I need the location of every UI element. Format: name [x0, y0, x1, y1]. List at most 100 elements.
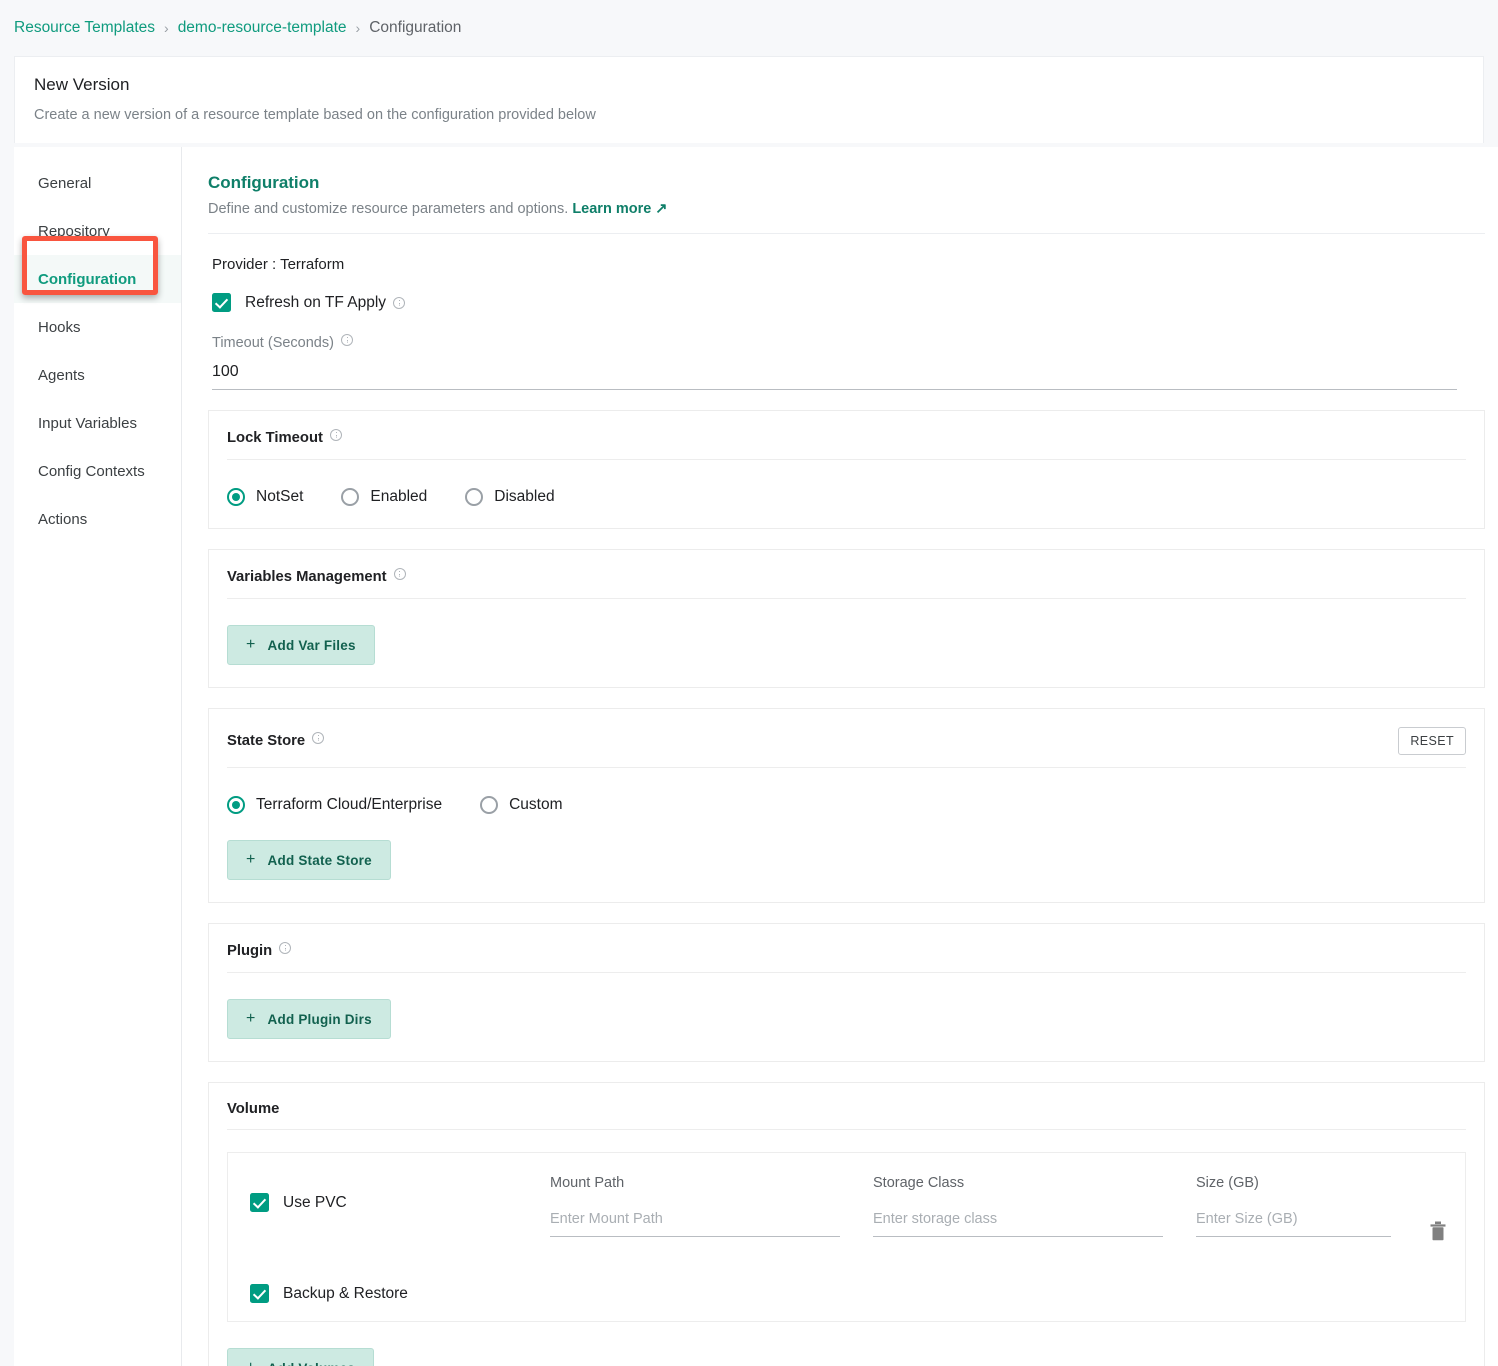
variables-management-title: Variables Management — [227, 569, 387, 585]
storage-class-input[interactable] — [873, 1209, 1163, 1237]
sidebar-item-label: Hooks — [38, 318, 81, 336]
breadcrumb-current: Configuration — [369, 19, 462, 36]
storage-class-label: Storage Class — [873, 1175, 965, 1191]
page-title: New Version — [34, 75, 130, 94]
radio-label: Enabled — [370, 488, 428, 505]
lock-timeout-option-disabled[interactable]: Disabled — [465, 488, 555, 506]
plugin-card: Plugin + Add Plugin Dirs — [208, 923, 1485, 1062]
mount-path-field-group: Mount Path — [550, 1175, 855, 1237]
radio-label: NotSet — [256, 488, 304, 505]
lock-timeout-radio-group: NotSet Enabled Disabled — [227, 488, 1466, 506]
sidebar-item-repository[interactable]: Repository — [14, 207, 181, 255]
info-icon[interactable] — [329, 429, 342, 441]
sidebar-item-label: Config Contexts — [38, 462, 145, 480]
add-var-files-button[interactable]: + Add Var Files — [227, 625, 375, 665]
add-volumes-label: Add Volumes — [268, 1361, 355, 1366]
breadcrumb: Resource Templates › demo-resource-templ… — [0, 0, 1498, 56]
plus-icon: + — [246, 851, 256, 868]
use-pvc-group[interactable]: Use PVC — [250, 1175, 550, 1212]
backup-restore-row[interactable]: Backup & Restore — [250, 1284, 1451, 1307]
add-var-files-label: Add Var Files — [267, 637, 356, 653]
lock-timeout-header: Lock Timeout — [227, 429, 1466, 460]
page-header-card: New Version Create a new version of a re… — [14, 56, 1484, 143]
volume-entry-row: Use PVC Mount Path Storage Class Size (G… — [227, 1152, 1466, 1322]
add-state-store-button[interactable]: + Add State Store — [227, 840, 391, 880]
timeout-label-row: Timeout (Seconds) — [212, 334, 1485, 351]
use-pvc-label: Use PVC — [283, 1193, 347, 1211]
info-icon[interactable] — [312, 732, 325, 744]
sidebar-item-hooks[interactable]: Hooks — [14, 303, 181, 351]
sidebar-item-label: Configuration — [38, 270, 137, 288]
plugin-title: Plugin — [227, 943, 273, 959]
configuration-heading: Configuration — [208, 173, 320, 192]
info-icon[interactable] — [279, 942, 292, 954]
lock-timeout-card: Lock Timeout NotSet Enabled Disabled — [208, 410, 1485, 529]
state-store-title-group: State Store — [227, 732, 325, 750]
sidebar-item-label: Agents — [38, 366, 85, 384]
size-gb-field-group: Size (GB) — [1196, 1175, 1411, 1237]
radio-icon[interactable] — [227, 488, 245, 506]
provider-label: Provider : Terraform — [212, 256, 345, 273]
volume-pvc-row: Use PVC Mount Path Storage Class Size (G… — [250, 1175, 1451, 1246]
state-store-header: State Store RESET — [227, 727, 1466, 768]
size-gb-input[interactable] — [1196, 1209, 1391, 1237]
page-subtitle: Create a new version of a resource templ… — [34, 107, 596, 123]
use-pvc-checkbox[interactable] — [250, 1193, 269, 1212]
refresh-on-tf-apply-checkbox[interactable] — [212, 293, 231, 312]
learn-more-link[interactable]: Learn more — [572, 201, 651, 217]
timeout-field-group: Timeout (Seconds) — [212, 334, 1485, 390]
backup-restore-checkbox[interactable] — [250, 1284, 269, 1303]
lock-timeout-title: Lock Timeout — [227, 430, 323, 446]
radio-label: Custom — [509, 796, 563, 813]
radio-label: Disabled — [494, 488, 555, 505]
lock-timeout-option-enabled[interactable]: Enabled — [341, 488, 427, 506]
mount-path-input[interactable] — [550, 1209, 840, 1237]
backup-restore-label: Backup & Restore — [283, 1284, 408, 1302]
size-gb-label: Size (GB) — [1196, 1175, 1259, 1191]
plus-icon: + — [246, 636, 256, 653]
sidebar-item-label: General — [38, 174, 92, 192]
add-state-store-label: Add State Store — [267, 852, 372, 868]
sidebar-item-configuration[interactable]: Configuration — [14, 255, 181, 303]
timeout-input[interactable] — [212, 361, 1457, 390]
sidebar-item-label: Input Variables — [38, 414, 137, 432]
state-store-card: State Store RESET Terraform Cloud/Enterp… — [208, 708, 1485, 903]
volume-title: Volume — [227, 1101, 280, 1117]
breadcrumb-root-link[interactable]: Resource Templates — [14, 19, 155, 37]
radio-icon[interactable] — [480, 796, 499, 814]
plus-icon: + — [246, 1360, 256, 1366]
state-store-option-custom[interactable]: Custom — [480, 796, 562, 814]
info-icon[interactable] — [393, 568, 406, 580]
sidebar-item-general[interactable]: General — [14, 159, 181, 207]
radio-icon[interactable] — [341, 488, 360, 506]
info-icon[interactable] — [340, 334, 353, 346]
lock-timeout-option-notset[interactable]: NotSet — [227, 488, 303, 506]
external-link-icon[interactable]: ↗ — [655, 201, 667, 217]
refresh-on-tf-apply-row[interactable]: Refresh on TF Apply — [212, 293, 1485, 312]
plus-icon: + — [246, 1010, 256, 1027]
sidebar-item-config-contexts[interactable]: Config Contexts — [14, 447, 181, 495]
add-plugin-dirs-button[interactable]: + Add Plugin Dirs — [227, 999, 391, 1039]
add-plugin-dirs-label: Add Plugin Dirs — [267, 1011, 372, 1027]
breadcrumb-template-link[interactable]: demo-resource-template — [178, 19, 347, 37]
radio-label: Terraform Cloud/Enterprise — [256, 796, 443, 813]
variables-management-title-group: Variables Management — [227, 568, 406, 586]
delete-volume-button[interactable] — [1429, 1221, 1451, 1246]
sidebar-item-agents[interactable]: Agents — [14, 351, 181, 399]
storage-class-field-group: Storage Class — [873, 1175, 1178, 1237]
radio-icon[interactable] — [227, 796, 245, 814]
refresh-on-tf-apply-label: Refresh on TF Apply — [245, 293, 387, 311]
settings-sidebar: General Repository Configuration Hooks A… — [14, 147, 182, 1366]
add-volumes-button[interactable]: + Add Volumes — [227, 1348, 375, 1366]
info-icon[interactable] — [393, 296, 406, 309]
radio-icon[interactable] — [465, 488, 484, 506]
sidebar-item-input-variables[interactable]: Input Variables — [14, 399, 181, 447]
volume-card: Volume Use PVC Mount Path S — [208, 1082, 1485, 1366]
state-store-reset-button[interactable]: RESET — [1398, 727, 1466, 755]
plugin-header: Plugin — [227, 942, 1466, 973]
state-store-title: State Store — [227, 733, 306, 749]
state-store-option-terraform-cloud[interactable]: Terraform Cloud/Enterprise — [227, 796, 442, 814]
state-store-radio-group: Terraform Cloud/Enterprise Custom — [227, 796, 1466, 814]
sidebar-item-actions[interactable]: Actions — [14, 495, 181, 543]
breadcrumb-separator-1: › — [164, 20, 169, 36]
